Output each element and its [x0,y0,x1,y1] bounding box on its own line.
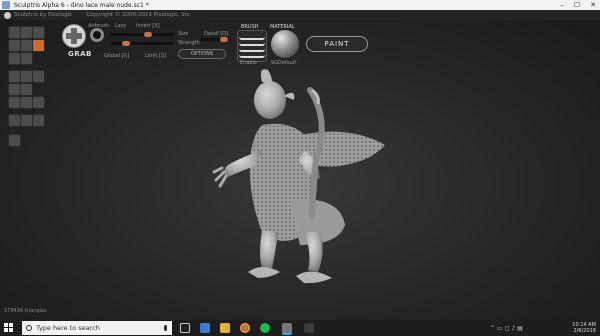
invert-checkbox[interactable]: Invert [X] [136,23,160,29]
edge-browser-icon[interactable] [200,323,210,333]
mask-button[interactable] [32,114,45,127]
task-view-icon[interactable] [180,323,190,333]
spotify-icon[interactable] [260,323,270,333]
reduce-tool-button[interactable] [20,52,33,65]
triangle-count: 579434 triangles [4,308,47,314]
airbrush-checkbox[interactable]: Airbrush [88,23,109,29]
pinned-app-icon[interactable] [304,323,314,333]
settings-button[interactable] [8,134,21,147]
lazy-checkbox[interactable]: Lazy [115,23,126,29]
search-icon [26,325,32,331]
strength-label: Strength [178,40,200,46]
symmetry-button[interactable] [32,96,45,109]
sculptris-taskbar-icon[interactable] [282,323,292,335]
brush-size-icon [90,28,104,42]
paint-button[interactable]: PAINT [306,36,368,52]
system-tray-icons[interactable]: ⌃ ▭ ◻ ♪ ▤ [490,325,523,332]
limit-radio[interactable]: Limit [S] [145,53,166,59]
material-header: MATERIAL [270,24,295,30]
open-file-button[interactable] [32,70,45,83]
tool-palette [8,26,58,147]
material-name: SGDefault [271,60,297,66]
file-explorer-icon[interactable] [220,323,230,333]
global-radio[interactable]: Global [G] [104,53,129,59]
windows-taskbar: Type here to search ⌃ ▭ ◻ ♪ ▤ 10:14 AM 2… [0,320,600,336]
search-placeholder: Type here to search [36,324,100,332]
clock-date: 2/6/2018 [573,328,596,334]
strength-slider[interactable] [110,41,174,46]
brush-texture-thumbnail[interactable] [237,30,267,62]
detail-slider[interactable] [200,37,230,42]
clock[interactable]: 10:14 AM 2/6/2018 [572,322,596,334]
grab-tool-icon [62,24,86,48]
microphone-icon[interactable] [164,325,167,331]
brush-enable-checkbox[interactable]: Enable [240,60,257,66]
active-tool-name: GRAB [68,50,92,58]
size-label: Size [178,31,189,37]
taskbar-search-box[interactable]: Type here to search [22,321,172,335]
options-button[interactable]: OPTIONS [178,49,226,59]
crease-tool-button[interactable] [32,26,45,39]
size-slider[interactable] [110,32,174,37]
material-sphere-thumbnail[interactable] [271,30,299,58]
import-button[interactable] [20,83,33,96]
windows-start-icon[interactable] [4,323,14,333]
grab-tool-button[interactable] [32,39,45,52]
chrome-icon[interactable] [240,323,250,333]
